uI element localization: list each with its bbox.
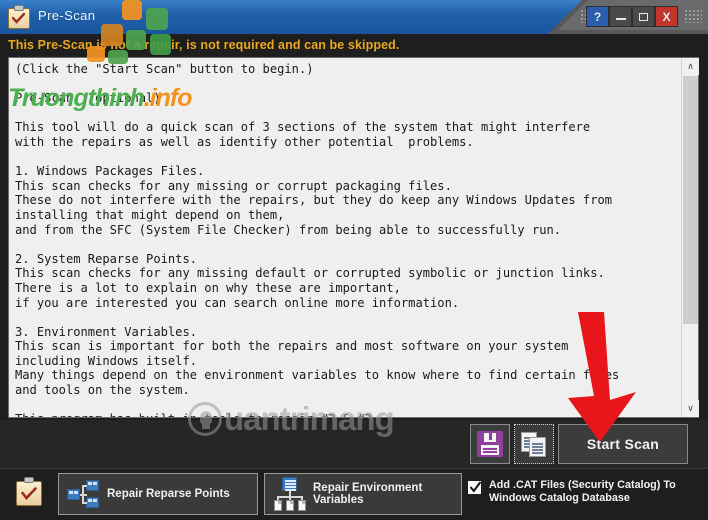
deco-square-orange-2 [101, 24, 123, 46]
scroll-down-icon[interactable]: ∨ [682, 400, 699, 417]
window-controls: ? X [586, 6, 678, 27]
close-button[interactable]: X [655, 6, 678, 27]
content-panel: (Click the "Start Scan" button to begin.… [8, 57, 699, 418]
check-mark-icon [21, 487, 37, 500]
floppy-label [481, 445, 499, 455]
content-line: Many things depend on the environment va… [15, 368, 620, 383]
copy-pages-icon [521, 431, 547, 457]
add-cat-files-label-line1: Add .CAT Files (Security Catalog) To [489, 479, 676, 491]
minimize-icon [615, 18, 626, 20]
scrollbar-thumb[interactable] [683, 76, 698, 324]
save-button[interactable] [470, 424, 510, 464]
window-title: Pre-Scan [38, 8, 96, 23]
content-line: This scan is important for both the repa… [15, 339, 569, 354]
titlebar-dot-grid-right [684, 9, 702, 23]
floppy-disk-icon [477, 431, 503, 457]
content-line: if you are interested you can search onl… [15, 295, 460, 310]
content-line: 3. Environment Variables. [15, 324, 198, 339]
add-cat-files-checkbox[interactable] [467, 480, 482, 495]
check-mark-icon [12, 13, 25, 24]
scroll-up-icon[interactable]: ∧ [682, 58, 699, 75]
content-line: Pre-Scan: (optional) [15, 91, 161, 106]
help-button[interactable]: ? [586, 6, 609, 27]
deco-square-green-1 [146, 8, 168, 30]
maximize-button[interactable] [632, 6, 655, 27]
bottom-bar: Repair Reparse Points Repair Environment… [0, 468, 708, 520]
floppy-shutter-slot [489, 433, 492, 440]
content-line: This scan checks for any missing or corr… [15, 178, 452, 193]
content-line: including Windows itself. [15, 353, 198, 368]
content-line: There is a lot to explain on why these a… [15, 280, 401, 295]
content-line: These do not interfere with the repairs,… [15, 193, 613, 208]
add-cat-files-checkbox-group[interactable]: Add .CAT Files (Security Catalog) To Win… [467, 479, 676, 505]
content-line: This program has built in tools to repai… [15, 412, 677, 417]
repair-environment-variables-button[interactable]: Repair Environment Variables [264, 473, 462, 515]
content-line: 2. System Reparse Points. [15, 251, 198, 266]
minimize-button[interactable] [609, 6, 632, 27]
clipboard-clasp [24, 477, 34, 483]
content-line: 1. Windows Packages Files. [15, 164, 205, 179]
copy-button[interactable] [514, 424, 554, 464]
content-line [15, 398, 677, 413]
deco-square-green-4 [108, 50, 128, 64]
content-line: (Click the "Start Scan" button to begin.… [15, 62, 314, 76]
repair-reparse-points-label: Repair Reparse Points [107, 488, 230, 500]
scan-description-text[interactable]: (Click the "Start Scan" button to begin.… [9, 58, 681, 417]
start-scan-button[interactable]: Start Scan [558, 424, 688, 464]
content-line [15, 310, 677, 325]
content-line: and tools on the system. [15, 383, 190, 398]
content-line [15, 237, 677, 252]
repair-reparse-points-button[interactable]: Repair Reparse Points [58, 473, 258, 515]
add-cat-files-label-line2: Windows Catalog Database [489, 492, 630, 504]
content-line [15, 150, 677, 165]
checkbox-check-icon [469, 481, 482, 493]
clipboard-check-icon-status [16, 477, 42, 507]
env-list-icon [282, 477, 297, 491]
content-line: with the repairs as well as identify oth… [15, 134, 474, 149]
content-line: This scan checks for any missing default… [15, 266, 605, 281]
action-toolbar: Start Scan [0, 420, 708, 468]
content-line: and from the SFC (System File Checker) f… [15, 222, 562, 237]
maximize-icon [639, 12, 648, 21]
content-line: This tool will do a quick scan of 3 sect… [15, 120, 591, 135]
reparse-nodes-icon [67, 478, 101, 510]
environment-variables-icon [273, 477, 307, 511]
vertical-scrollbar[interactable]: ∧ ∨ [681, 58, 699, 417]
clipboard-clasp [14, 5, 24, 11]
repair-environment-variables-label: Repair Environment Variables [313, 482, 423, 506]
pre-scan-window: ? X Pre-Scan This Pre-Scan is not a repa… [0, 0, 708, 520]
deco-square-orange-3 [87, 46, 105, 62]
deco-square-orange-1 [122, 0, 142, 20]
content-line [15, 77, 677, 92]
add-cat-files-label: Add .CAT Files (Security Catalog) To Win… [489, 479, 676, 505]
deco-square-green-3 [150, 34, 171, 55]
deco-square-green-2 [126, 30, 146, 50]
content-line [15, 106, 677, 121]
content-line: installing that might depend on them, [15, 207, 285, 222]
copy-page-front [529, 437, 546, 457]
clipboard-check-icon [8, 5, 30, 29]
